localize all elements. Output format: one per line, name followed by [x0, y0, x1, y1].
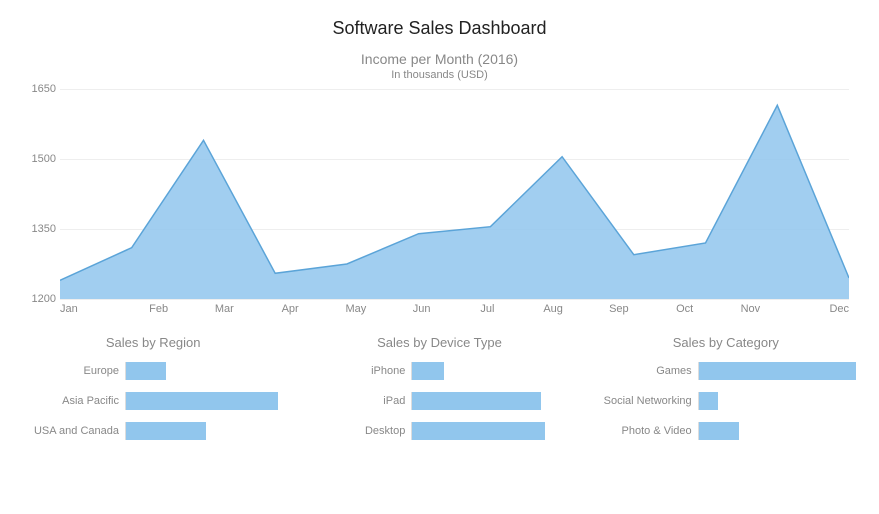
bar-label: iPhone	[306, 365, 411, 377]
bar-chart-title: Sales by Device Type	[306, 335, 572, 350]
bar-row: Games	[593, 360, 859, 382]
area-chart: Income per Month (2016) In thousands (US…	[20, 51, 859, 315]
y-tick: 1650	[32, 83, 56, 95]
bar-row: Desktop	[306, 420, 572, 442]
area-chart-title: Income per Month (2016)	[20, 51, 859, 67]
area-path	[60, 89, 849, 299]
bar-fill	[126, 362, 166, 380]
bar-track	[125, 362, 286, 380]
bar-row: Europe	[20, 360, 286, 382]
bar-fill	[412, 392, 540, 410]
bar-chart-title: Sales by Region	[20, 335, 286, 350]
bar-label: Asia Pacific	[20, 395, 125, 407]
bottom-row: Sales by Region Europe Asia Pacific USA …	[20, 335, 859, 450]
x-axis: Jan Feb Mar Apr May Jun Jul Aug Sep Oct …	[60, 303, 849, 315]
bar-row: iPad	[306, 390, 572, 412]
x-tick: Jun	[389, 303, 455, 315]
x-tick: Mar	[192, 303, 258, 315]
bar-fill	[412, 362, 444, 380]
bar-fill	[699, 392, 718, 410]
bar-label: iPad	[306, 395, 411, 407]
x-tick: Aug	[520, 303, 586, 315]
bar-label: Games	[593, 365, 698, 377]
bar-fill	[126, 422, 206, 440]
bar-row: Asia Pacific	[20, 390, 286, 412]
bar-row: USA and Canada	[20, 420, 286, 442]
bar-row: Social Networking	[593, 390, 859, 412]
bar-label: Desktop	[306, 425, 411, 437]
x-tick: Jan	[60, 303, 126, 315]
x-tick: Jul	[455, 303, 521, 315]
bar-fill	[699, 362, 856, 380]
bar-chart-region: Sales by Region Europe Asia Pacific USA …	[20, 335, 286, 450]
x-tick: Oct	[652, 303, 718, 315]
bar-track	[411, 362, 572, 380]
bar-label: USA and Canada	[20, 425, 125, 437]
bar-track	[698, 392, 859, 410]
bar-chart-category: Sales by Category Games Social Networkin…	[593, 335, 859, 450]
bar-track	[125, 422, 286, 440]
bar-track	[125, 392, 286, 410]
bar-track	[698, 362, 859, 380]
bar-chart-device: Sales by Device Type iPhone iPad Desktop	[306, 335, 572, 450]
bar-track	[411, 392, 572, 410]
bar-label: Photo & Video	[593, 425, 698, 437]
y-tick: 1200	[32, 293, 56, 305]
bar-fill	[412, 422, 545, 440]
y-tick: 1350	[32, 223, 56, 235]
bar-label: Social Networking	[593, 395, 698, 407]
bar-row: iPhone	[306, 360, 572, 382]
x-tick: Nov	[718, 303, 784, 315]
y-tick: 1500	[32, 153, 56, 165]
bar-row: Photo & Video	[593, 420, 859, 442]
x-tick: May	[323, 303, 389, 315]
bar-track	[698, 422, 859, 440]
bar-chart-title: Sales by Category	[593, 335, 859, 350]
area-chart-plot: 1200 1350 1500 1650	[60, 89, 849, 299]
x-tick: Apr	[257, 303, 323, 315]
area-chart-subtitle: In thousands (USD)	[20, 69, 859, 81]
dashboard: Software Sales Dashboard Income per Mont…	[0, 0, 879, 460]
y-axis: 1200 1350 1500 1650	[20, 89, 60, 299]
x-tick: Feb	[126, 303, 192, 315]
page-title: Software Sales Dashboard	[20, 18, 859, 39]
x-tick: Sep	[586, 303, 652, 315]
bar-track	[411, 422, 572, 440]
bar-fill	[699, 422, 739, 440]
x-tick: Dec	[783, 303, 849, 315]
bar-fill	[126, 392, 278, 410]
bar-label: Europe	[20, 365, 125, 377]
